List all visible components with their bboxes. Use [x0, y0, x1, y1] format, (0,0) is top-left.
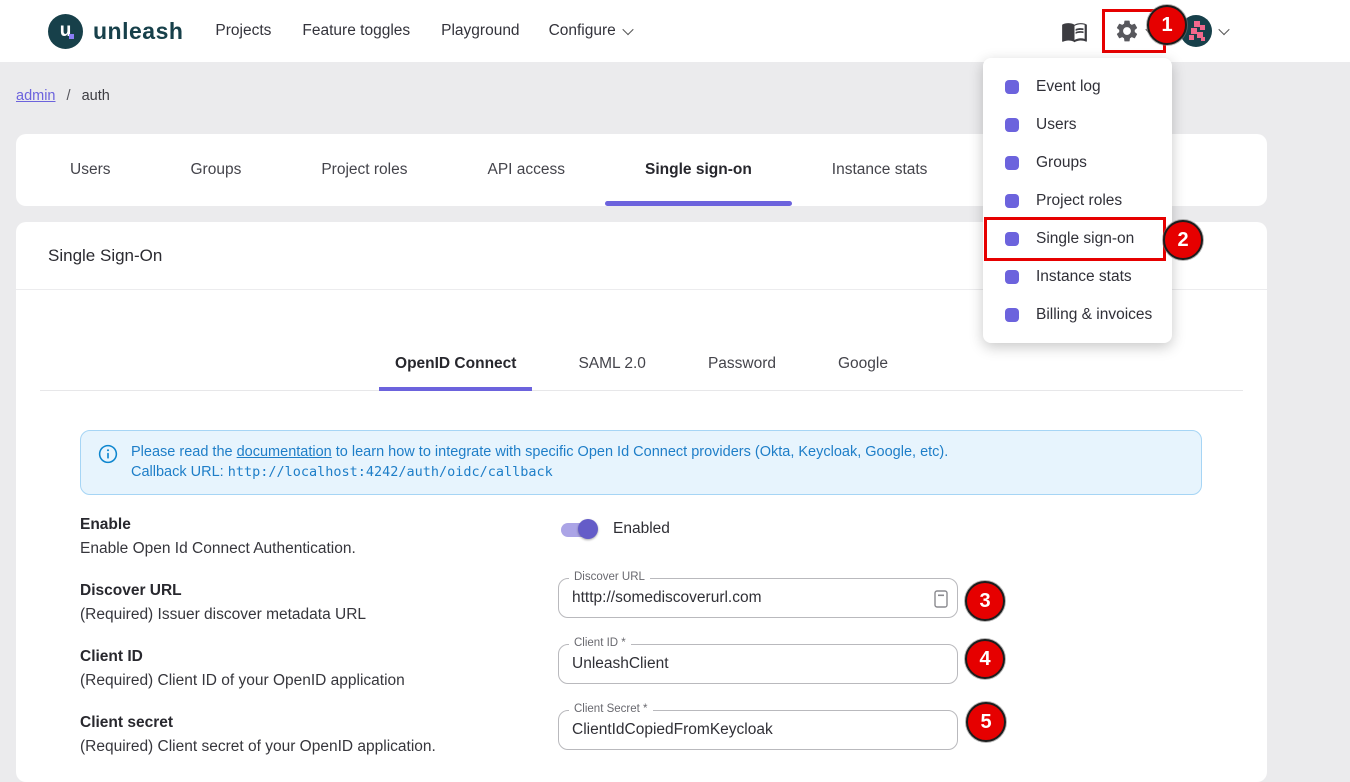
client-id-description: (Required) Client ID of your OpenID appl… — [80, 672, 558, 690]
menu-item-instance-stats[interactable]: Instance stats — [983, 258, 1172, 296]
nav-playground[interactable]: Playground — [439, 18, 521, 44]
discover-url-input[interactable] — [559, 579, 957, 617]
discover-url-fieldset: Discover URL — [558, 578, 958, 618]
annotation-marker-2: 2 — [1163, 220, 1203, 260]
tab-users[interactable]: Users — [30, 134, 150, 206]
enable-row: Enable Enable Open Id Connect Authentica… — [80, 516, 1202, 558]
menu-square-icon — [1005, 270, 1019, 284]
tab-single-sign-on[interactable]: Single sign-on — [605, 134, 792, 206]
menu-item-project-roles[interactable]: Project roles — [983, 182, 1172, 220]
tab-google[interactable]: Google — [822, 338, 904, 390]
tab-groups[interactable]: Groups — [150, 134, 281, 206]
unleash-admin-page: u unleash Projects Feature toggles Playg… — [0, 0, 1350, 782]
info-alert: Please read the documentation to learn h… — [80, 430, 1202, 495]
enable-description: Enable Open Id Connect Authentication. — [80, 540, 558, 558]
menu-square-icon — [1005, 232, 1019, 246]
menu-square-icon — [1005, 308, 1019, 322]
menu-item-single-sign-on[interactable]: Single sign-on — [983, 220, 1172, 258]
client-secret-field-label: Client Secret * — [569, 703, 653, 715]
enable-toggle[interactable] — [558, 518, 598, 540]
settings-dropdown-menu: Event log Users Groups Project roles Sin… — [983, 58, 1172, 343]
breadcrumb-admin-link[interactable]: admin — [16, 88, 56, 104]
breadcrumb-separator: / — [67, 88, 71, 104]
annotation-marker-3: 3 — [965, 581, 1005, 621]
navbar-right-group — [1061, 9, 1228, 53]
unleash-logo-icon: u — [48, 14, 83, 49]
unleash-logo[interactable]: u unleash — [48, 14, 183, 49]
tab-api-access[interactable]: API access — [447, 134, 605, 206]
client-id-row: Client ID (Required) Client ID of your O… — [80, 644, 1202, 690]
info-circle-icon — [97, 443, 119, 465]
callback-url-value: http://localhost:4242/auth/oidc/callback — [228, 464, 553, 480]
open-book-icon — [1061, 18, 1088, 45]
nav-configure-label: Configure — [549, 22, 616, 40]
discover-url-label: Discover URL — [80, 582, 558, 600]
chevron-down-icon — [622, 24, 633, 35]
tab-project-roles[interactable]: Project roles — [281, 134, 447, 206]
gear-icon — [1114, 18, 1140, 44]
discover-url-field-label: Discover URL — [569, 571, 650, 583]
enable-label: Enable — [80, 516, 558, 534]
client-secret-input[interactable] — [559, 711, 957, 749]
info-alert-text: Please read the documentation to learn h… — [131, 442, 948, 482]
client-id-label: Client ID — [80, 648, 558, 666]
client-id-field-label: Client ID * — [569, 637, 631, 649]
profile-menu-button[interactable] — [1180, 15, 1228, 47]
tab-openid-connect[interactable]: OpenID Connect — [379, 338, 532, 390]
menu-square-icon — [1005, 194, 1019, 208]
client-secret-label: Client secret — [80, 714, 558, 732]
annotation-marker-5: 5 — [966, 702, 1006, 742]
menu-item-event-log[interactable]: Event log — [983, 68, 1172, 106]
tab-instance-stats[interactable]: Instance stats — [792, 134, 968, 206]
primary-nav: Projects Feature toggles Playground Conf… — [213, 18, 631, 44]
chevron-down-icon — [1218, 24, 1229, 35]
annotation-marker-4: 4 — [965, 639, 1005, 679]
client-id-input[interactable] — [559, 645, 957, 683]
nav-feature-toggles[interactable]: Feature toggles — [300, 18, 412, 44]
menu-item-billing-invoices[interactable]: Billing & invoices — [983, 296, 1172, 334]
annotation-marker-1: 1 — [1147, 5, 1187, 45]
client-id-fieldset: Client ID * — [558, 644, 958, 684]
discover-url-row: Discover URL (Required) Issuer discover … — [80, 578, 1202, 624]
client-secret-row: Client secret (Required) Client secret o… — [80, 710, 1202, 756]
tab-saml[interactable]: SAML 2.0 — [562, 338, 662, 390]
menu-square-icon — [1005, 80, 1019, 94]
menu-square-icon — [1005, 156, 1019, 170]
menu-item-users[interactable]: Users — [983, 106, 1172, 144]
client-secret-description: (Required) Client secret of your OpenID … — [80, 738, 558, 756]
nav-configure[interactable]: Configure — [549, 22, 632, 40]
tab-password[interactable]: Password — [692, 338, 792, 390]
menu-square-icon — [1005, 118, 1019, 132]
nav-projects[interactable]: Projects — [213, 18, 273, 44]
menu-item-groups[interactable]: Groups — [983, 144, 1172, 182]
documentation-book-button[interactable] — [1061, 18, 1088, 45]
discover-url-description: (Required) Issuer discover metadata URL — [80, 606, 558, 624]
documentation-link[interactable]: documentation — [237, 444, 332, 460]
client-secret-fieldset: Client Secret * — [558, 710, 958, 750]
password-manager-icon — [934, 590, 948, 608]
brand-wordmark: unleash — [93, 18, 183, 45]
enable-toggle-state: Enabled — [613, 520, 670, 538]
callback-url-label: Callback URL: — [131, 464, 228, 480]
breadcrumb-current: auth — [82, 88, 110, 104]
oidc-form: Enable Enable Open Id Connect Authentica… — [80, 516, 1202, 756]
sso-provider-tabs: OpenID Connect SAML 2.0 Password Google — [40, 338, 1243, 391]
